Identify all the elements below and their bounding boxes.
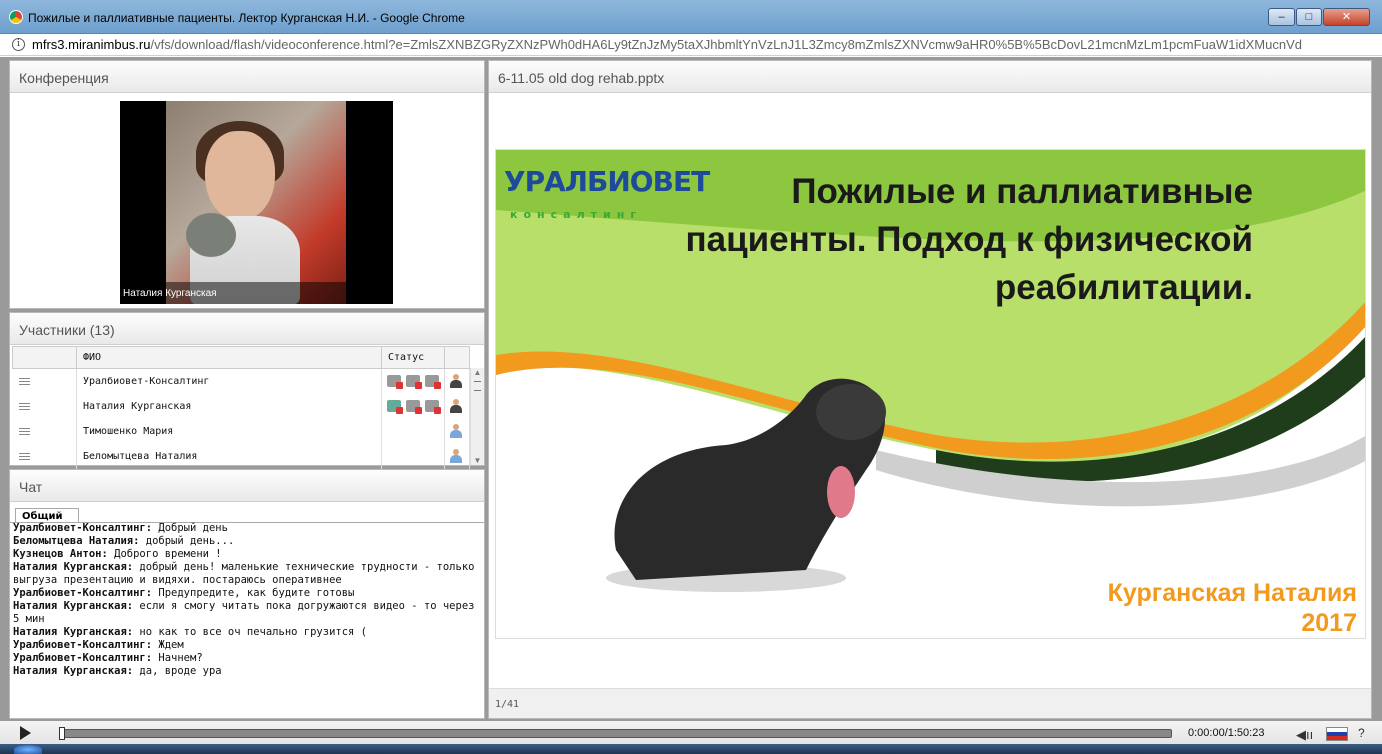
- screen-off-icon[interactable]: [425, 400, 441, 414]
- scroll-up-icon[interactable]: ▲: [471, 368, 484, 377]
- dog-head: [816, 384, 886, 440]
- url-domain: mfrs3.miranimbus.ru: [32, 37, 151, 52]
- maximize-button[interactable]: □: [1296, 8, 1322, 26]
- slide-title: Пожилые и паллиативные пациенты. Подход …: [685, 172, 1253, 307]
- participants-panel: Участники (13) ФИО Статус Уралбиовет-Кон…: [9, 312, 485, 469]
- drag-handle-icon[interactable]: [18, 427, 30, 435]
- col-status: Статус: [381, 346, 445, 369]
- speaker-video[interactable]: Наталия Курганская: [120, 101, 393, 304]
- chat-tab-general[interactable]: Общий: [15, 508, 79, 523]
- participant-name: Уралбиовет-Консалтинг: [76, 368, 382, 394]
- scroll-down-icon[interactable]: ▼: [471, 456, 484, 465]
- app-stage: Конференция Наталия Курганская Участники…: [0, 57, 1382, 720]
- participant-name: Наталия Курганская: [76, 393, 382, 419]
- presentation-slide[interactable]: УРАЛБИОВЕТ консалтинг Пожилые и паллиати…: [495, 149, 1366, 639]
- dog-tongue: [827, 466, 855, 518]
- chat-message: Наталия Курганская: но как то все оч печ…: [13, 626, 368, 638]
- scroll-thumb[interactable]: [474, 381, 481, 391]
- conference-header: Конференция: [10, 61, 484, 93]
- chat-message: Уралбиовет-Консалтинг: Начнем?: [13, 652, 203, 664]
- camera-off-icon[interactable]: [406, 400, 422, 414]
- page-indicator: 1/41: [489, 688, 1371, 718]
- slide-author: Курганская Наталия 2017: [1107, 579, 1357, 637]
- info-icon[interactable]: i: [12, 38, 25, 51]
- mic-off-icon[interactable]: [387, 375, 403, 390]
- organizer-icon: [450, 399, 462, 413]
- drag-handle-icon[interactable]: [18, 452, 30, 460]
- participants-header-row: ФИО Статус: [12, 346, 470, 369]
- play-icon[interactable]: [20, 726, 31, 740]
- address-bar[interactable]: i mfrs3.miranimbus.ru/vfs/download/flash…: [0, 34, 1382, 56]
- chat-message: Кузнецов Антон: Доброго времени !: [13, 548, 222, 560]
- drag-handle-icon[interactable]: [18, 377, 30, 385]
- help-button[interactable]: ?: [1358, 726, 1365, 740]
- participant-name: Беломытцева Наталия: [76, 443, 382, 469]
- chat-message: Беломытцева Наталия: добрый день...: [13, 535, 235, 547]
- mic-on-icon[interactable]: [387, 400, 403, 414]
- progress-slider[interactable]: [59, 727, 1172, 740]
- chat-message: Наталия Курганская: добрый день! маленьк…: [13, 561, 475, 586]
- organizer-icon: [450, 374, 462, 389]
- chat-log: Уралбиовет-Консалтинг: Добрый день Белом…: [13, 522, 483, 678]
- volume-icon[interactable]: ◀ıı: [1296, 727, 1313, 743]
- chrome-icon: [9, 10, 23, 24]
- presentation-header: 6-11.05 old dog rehab.pptx: [489, 61, 1371, 93]
- chat-header: Чат: [10, 470, 484, 502]
- screen-off-icon[interactable]: [425, 375, 441, 390]
- conference-panel: Конференция Наталия Курганская: [9, 60, 485, 309]
- participant-row[interactable]: Тимошенко Мария: [12, 418, 470, 444]
- user-icon: [450, 449, 462, 463]
- chat-message: Наталия Курганская: да, вроде ура: [13, 665, 222, 677]
- drag-handle-icon[interactable]: [18, 402, 30, 410]
- presentation-panel: 6-11.05 old dog rehab.pptx УРАЛБИОВЕТ ко…: [488, 60, 1372, 719]
- windows-taskbar: [0, 744, 1382, 754]
- participant-row[interactable]: Беломытцева Наталия: [12, 443, 470, 469]
- speaker-face: [205, 131, 275, 221]
- participants-scrollbar[interactable]: ▲ ▼: [470, 368, 484, 465]
- window-title: Пожилые и паллиативные пациенты. Лектор …: [28, 11, 465, 25]
- progress-thumb[interactable]: [59, 727, 65, 740]
- participants-header: Участники (13): [10, 313, 484, 345]
- url-path: /vfs/download/flash/videoconference.html…: [150, 37, 1302, 52]
- participant-row[interactable]: Уралбиовет-Консалтинг: [12, 368, 470, 394]
- chat-message: Наталия Курганская: если я смогу читать …: [13, 600, 475, 625]
- chat-message: Уралбиовет-Консалтинг: Предупредите, как…: [13, 587, 355, 599]
- col-name: ФИО: [76, 346, 382, 369]
- russian-flag-icon[interactable]: [1326, 727, 1348, 741]
- chat-panel: Чат Общий Уралбиовет-Консалтинг: Добрый …: [9, 469, 485, 719]
- window-titlebar: Пожилые и паллиативные пациенты. Лектор …: [0, 0, 1382, 34]
- participants-table: ФИО Статус Уралбиовет-Консалтинг Наталия…: [12, 346, 470, 469]
- chat-message: Уралбиовет-Консалтинг: Добрый день: [13, 522, 228, 534]
- start-button[interactable]: [14, 745, 42, 754]
- url-field[interactable]: mfrs3.miranimbus.ru/vfs/download/flash/v…: [32, 37, 1377, 52]
- cat-head: [186, 213, 236, 257]
- participant-row[interactable]: Наталия Курганская: [12, 393, 470, 419]
- speaker-name: Наталия Курганская: [120, 282, 393, 304]
- camera-off-icon[interactable]: [406, 375, 422, 390]
- close-button[interactable]: ✕: [1323, 8, 1370, 26]
- user-icon: [450, 424, 462, 438]
- minimize-button[interactable]: –: [1268, 8, 1295, 26]
- time-display: 0:00:00/1:50:23: [1188, 727, 1265, 739]
- chat-message: Уралбиовет-Консалтинг: Ждем: [13, 639, 184, 651]
- participant-name: Тимошенко Мария: [76, 418, 382, 444]
